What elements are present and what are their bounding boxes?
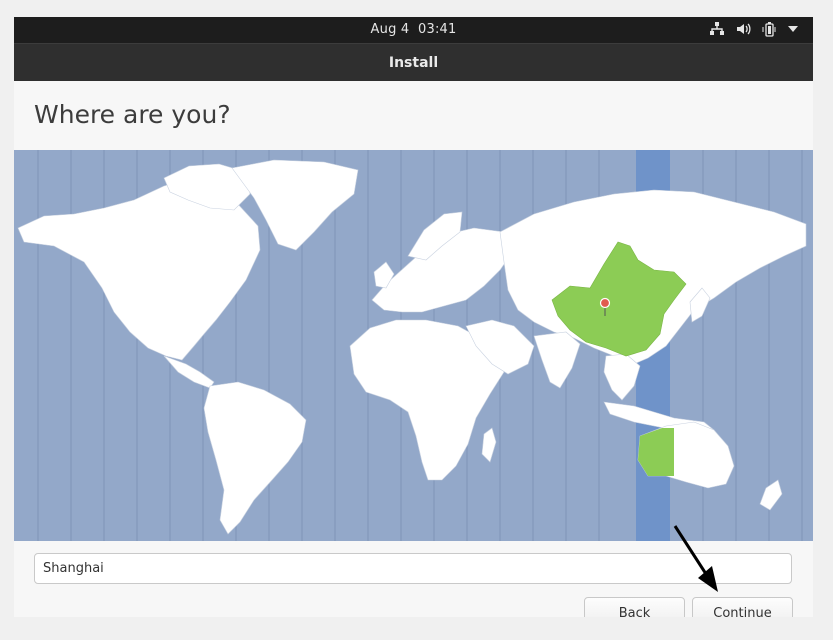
- location-input[interactable]: [34, 553, 792, 584]
- battery-icon[interactable]: [761, 21, 777, 37]
- window-title: Install: [388, 55, 439, 71]
- clock[interactable]: Aug 4 03:41: [14, 22, 813, 37]
- network-icon[interactable]: [709, 21, 725, 37]
- system-top-bar: Aug 4 03:41: [14, 17, 813, 43]
- volume-icon[interactable]: [735, 21, 751, 37]
- time-label: 03:41: [418, 22, 457, 37]
- page-title: Where are you?: [34, 100, 231, 129]
- installer-window: Where are you? Shanghai Back Continue: [14, 81, 813, 631]
- window-titlebar: Install: [14, 43, 813, 82]
- date-label: Aug 4: [370, 22, 410, 37]
- screen-bottom-edge: [0, 617, 833, 640]
- system-tray[interactable]: [709, 21, 799, 37]
- system-menu-arrow-icon[interactable]: [787, 23, 799, 35]
- timezone-map[interactable]: [14, 150, 813, 541]
